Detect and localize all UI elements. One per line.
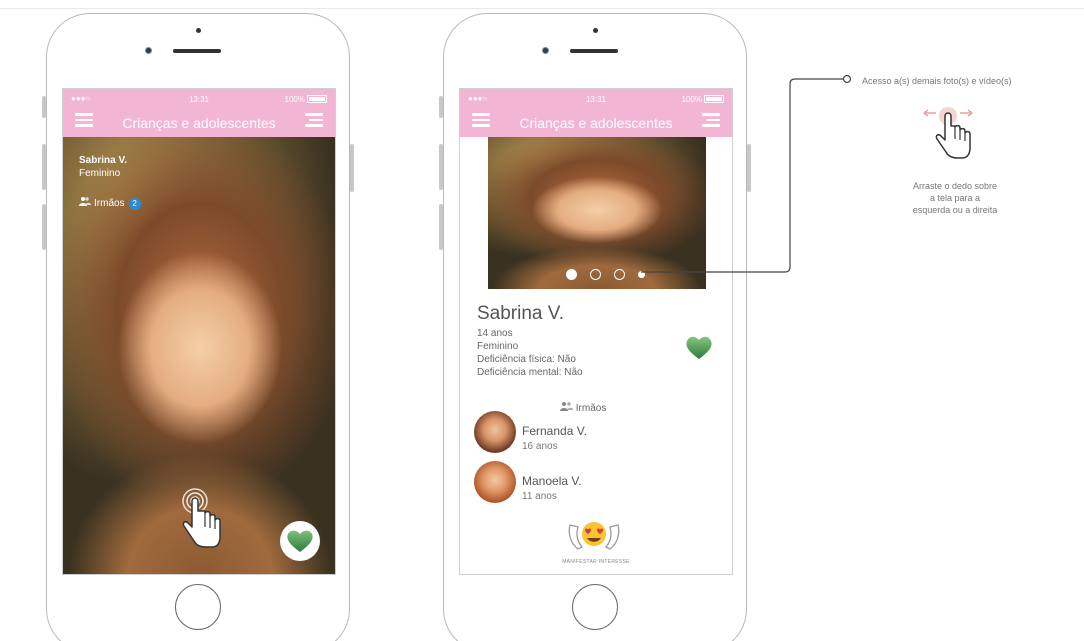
swipe-caption-line-2: a tela para a (929, 193, 981, 203)
people-icon (79, 196, 91, 209)
people-icon (560, 402, 576, 414)
phone-screen-left: ●●●○ 13:31 100% Crianças e adolescentes … (62, 88, 336, 575)
sensor-dot (593, 28, 598, 33)
volume-down-button (42, 204, 46, 250)
home-button[interactable] (175, 584, 221, 630)
siblings-link[interactable]: Irmãos 2 (79, 196, 141, 210)
siblings-count-badge: 2 (128, 198, 141, 210)
front-camera (542, 47, 549, 54)
app-bar: ●●●○ 13:31 100% Crianças e adolescentes (63, 89, 335, 137)
siblings-title: Irmãos (575, 403, 607, 414)
swipe-gesture-icon (918, 104, 976, 166)
profile-name: Sabrina V. (477, 303, 564, 324)
battery-percent: 100% (284, 95, 305, 104)
child-gender: Feminino (79, 168, 121, 179)
pager-dot-4[interactable] (638, 271, 645, 278)
child-name: Sabrina V. (79, 155, 127, 166)
filter-icon[interactable] (305, 113, 323, 129)
volume-up-button (42, 144, 46, 190)
mute-switch (439, 96, 443, 118)
heart-icon (287, 530, 313, 552)
app-title: Crianças e adolescentes (519, 115, 673, 131)
sibling-avatar-1[interactable] (474, 411, 516, 453)
earpiece-speaker (173, 49, 221, 53)
sibling-age-1: 16 anos (522, 441, 558, 452)
power-button (350, 144, 354, 192)
profile-mental-disability: Deficiência mental: Não (477, 367, 583, 378)
pager-dot-2[interactable] (590, 269, 601, 280)
mute-switch (42, 96, 46, 118)
pager-dot-3[interactable] (614, 269, 625, 280)
favorite-button[interactable] (280, 521, 320, 561)
sibling-avatar-2[interactable] (474, 461, 516, 503)
callout-text: Acesso a(s) demais foto(s) e vídeo(s) (862, 76, 1012, 86)
app-title: Crianças e adolescentes (122, 115, 276, 131)
interest-emoji-icon[interactable] (566, 517, 622, 555)
status-bar: ●●●○ 13:31 100% (460, 94, 732, 106)
status-bar: ●●●○ 13:31 100% (63, 94, 335, 106)
phone-screen-right: ●●●○ 13:31 100% Crianças e adolescentes … (459, 88, 733, 575)
interest-button-label[interactable]: MANIFESTAR INTERESSE (460, 559, 732, 565)
battery-icon (307, 95, 327, 103)
filter-icon[interactable] (702, 113, 720, 129)
siblings-heading: Irmãos (560, 401, 606, 414)
top-divider (0, 8, 1084, 9)
volume-up-button (439, 144, 443, 190)
sibling-name-1[interactable]: Fernanda V. (522, 424, 587, 438)
sibling-name-2[interactable]: Manoela V. (522, 474, 582, 488)
earpiece-speaker (570, 49, 618, 53)
photo-pager[interactable] (566, 267, 646, 281)
app-bar: ●●●○ 13:31 100% Crianças e adolescentes (460, 89, 732, 137)
swipe-caption-line-3: esquerda ou a direita (912, 205, 998, 215)
swipe-caption-line-1: Arraste o dedo sobre (912, 181, 998, 191)
battery-percent: 100% (681, 95, 702, 104)
volume-down-button (439, 204, 443, 250)
favorite-button[interactable] (684, 333, 714, 361)
battery-icon (704, 95, 724, 103)
profile-age: 14 anos (477, 328, 513, 339)
pager-dot-1[interactable] (566, 269, 577, 280)
home-button[interactable] (572, 584, 618, 630)
front-camera (145, 47, 152, 54)
siblings-label: Irmãos (94, 198, 125, 209)
swipe-caption: Arraste o dedo sobre a tela para a esque… (890, 180, 1020, 216)
profile-gender: Feminino (477, 341, 519, 352)
tap-gesture-icon (180, 487, 226, 557)
sibling-age-2: 11 anos (522, 491, 557, 502)
profile-physical-disability: Deficiência física: Não (477, 354, 576, 365)
sensor-dot (196, 28, 201, 33)
heart-icon (686, 336, 712, 359)
power-button (747, 144, 751, 192)
